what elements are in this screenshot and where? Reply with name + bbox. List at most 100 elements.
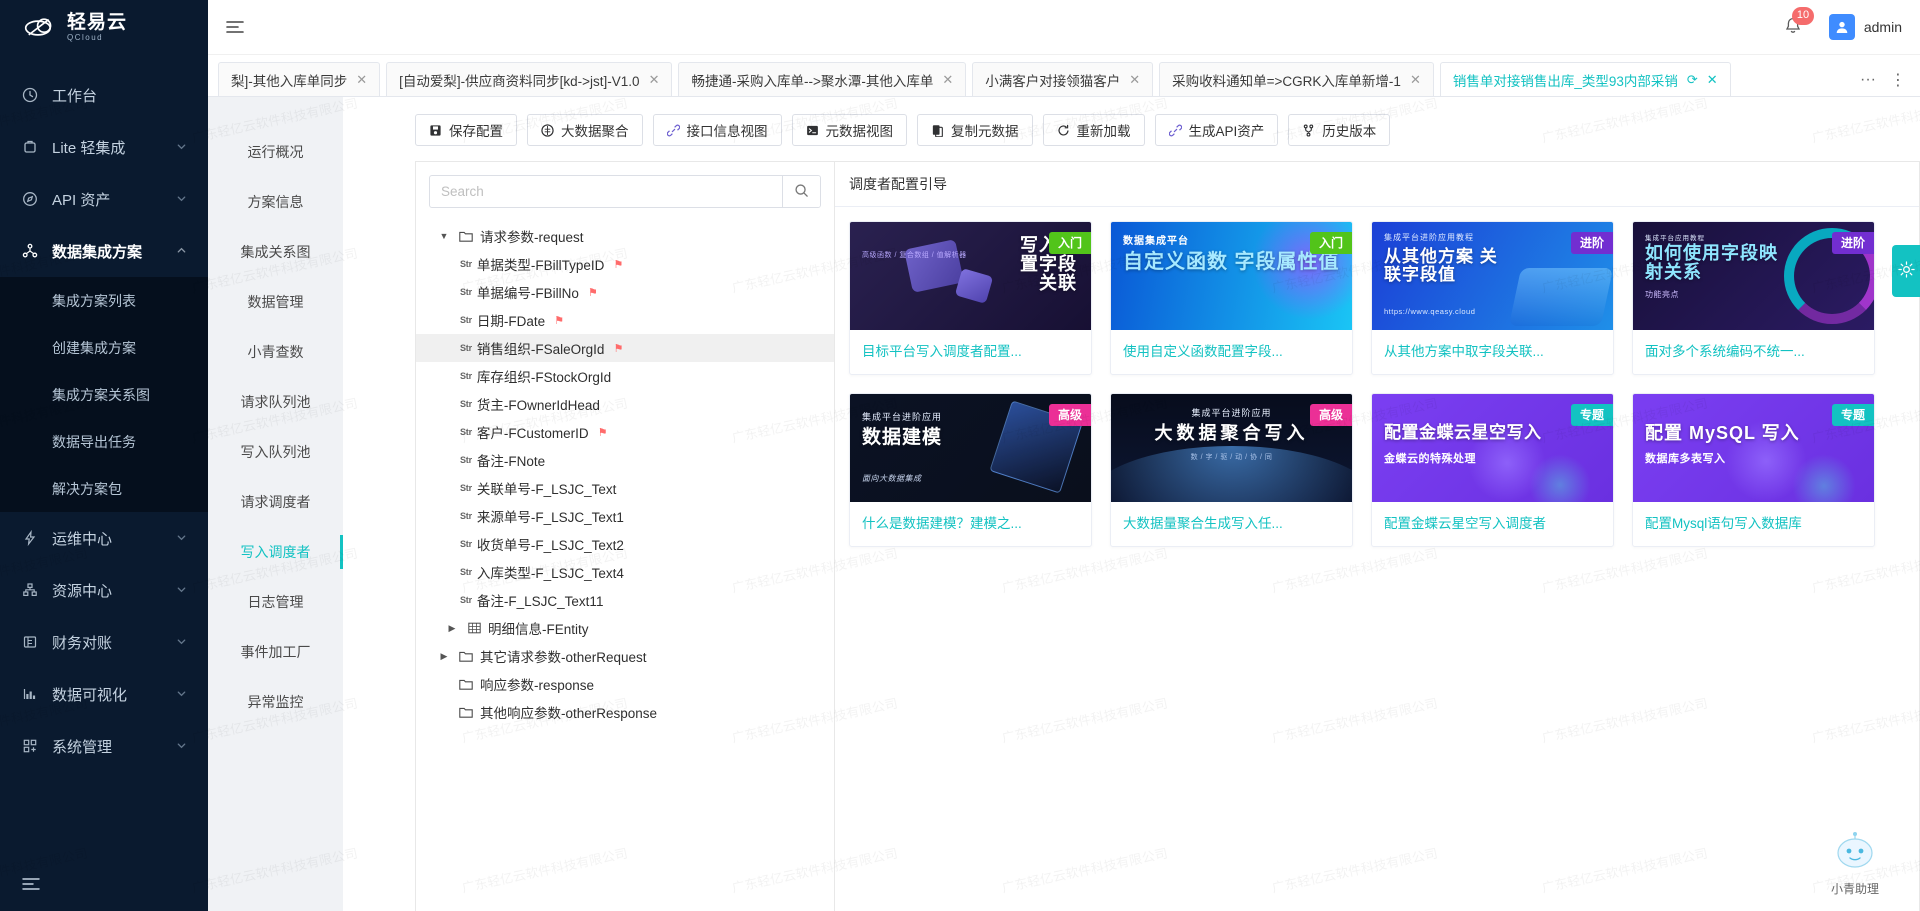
- tree-node-request[interactable]: ▼ 请求参数-request: [416, 222, 834, 250]
- search-icon: [794, 183, 809, 201]
- sidebar-item-visualization[interactable]: 数据可视化: [0, 668, 208, 720]
- tab-item-active[interactable]: 销售单对接销售出库_类型93内部采销 ⟳ ✕: [1439, 62, 1731, 96]
- submenu-item-request-queue[interactable]: 请求队列池: [208, 377, 343, 427]
- assistant-widget[interactable]: 小青助理: [1812, 831, 1898, 897]
- card-ribbon: 入门: [1048, 232, 1091, 254]
- chevron-right-icon[interactable]: ▶: [436, 651, 452, 662]
- brand-logo-area[interactable]: 轻易云 QCloud: [0, 0, 208, 55]
- tree-node-lsjc-text[interactable]: Str 关联单号-F_LSJC_Text: [416, 474, 834, 502]
- sidebar-item-system-management[interactable]: 系统管理: [0, 720, 208, 772]
- tree-node-otherresponse[interactable]: 其他响应参数-otherResponse: [416, 698, 834, 726]
- tree-node-fnote[interactable]: Str 备注-FNote: [416, 446, 834, 474]
- bigdata-aggregate-button[interactable]: 大数据聚合: [527, 114, 643, 146]
- guide-card[interactable]: 集成平台进阶应用 大数据聚合写入 数 / 字 / 驱 / 动 / 协 / 同 高…: [1110, 393, 1353, 547]
- hamburger-icon[interactable]: [222, 14, 248, 40]
- submenu-item-log-management[interactable]: 日志管理: [208, 577, 343, 627]
- reload-icon[interactable]: ⟳: [1687, 72, 1698, 88]
- ellipsis-vertical-icon[interactable]: ⋮: [1890, 70, 1906, 90]
- guide-card[interactable]: 集成平台应用教程 如何使用字段映射关系 功能亮点 进阶 面对多个系统编码不统一.…: [1632, 221, 1875, 375]
- guide-card[interactable]: 配置 MySQL 写入 数据库多表写入 专题 配置Mysql语句写入数据库: [1632, 393, 1875, 547]
- submenu-item-data-management[interactable]: 数据管理: [208, 277, 343, 327]
- interface-info-view-button[interactable]: 接口信息视图: [652, 114, 782, 146]
- guide-card[interactable]: 高级函数 / 复合数组 / 值解析器 写入配置字段关联 入门 目标平台写入调度者…: [849, 221, 1092, 375]
- chevron-right-icon[interactable]: ▶: [444, 623, 460, 634]
- guide-card[interactable]: 集成平台进阶应用 数据建模 面向大数据集成 高级 什么是数据建模？建模之...: [849, 393, 1092, 547]
- submenu-label: 运行概况: [247, 144, 304, 160]
- tree-node-label: 响应参数-response: [480, 678, 595, 693]
- tree-node-lsjc-text4[interactable]: Str 入库类型-F_LSJC_Text4: [416, 558, 834, 586]
- settings-fab[interactable]: [1892, 245, 1920, 297]
- ellipsis-horizontal-icon[interactable]: ···: [1860, 71, 1876, 89]
- close-icon[interactable]: ✕: [356, 72, 367, 88]
- tab-item[interactable]: 采购收料通知单=>CGRK入库单新增-1 ✕: [1159, 62, 1434, 96]
- tree-node-lsjc-text1[interactable]: Str 来源单号-F_LSJC_Text1: [416, 502, 834, 530]
- metadata-view-button[interactable]: 元数据视图: [791, 114, 907, 146]
- notification-bell[interactable]: 10: [1783, 6, 1815, 39]
- card-ribbon: 专题: [1570, 404, 1613, 426]
- submenu-item-relation-graph[interactable]: 集成关系图: [208, 227, 343, 277]
- submenu-item-write-scheduler[interactable]: 写入调度者: [208, 527, 343, 577]
- tree-node-fstockorgid[interactable]: Str 库存组织-FStockOrgId: [416, 362, 834, 390]
- sidebar-item-resource-center[interactable]: 资源中心: [0, 564, 208, 616]
- tree-node-fsaleorgid[interactable]: Str 销售组织-FSaleOrgId ⚑: [416, 334, 834, 362]
- sidebar-item-create-scheme[interactable]: 创建集成方案: [0, 324, 208, 371]
- tree-node-fbilltypeid[interactable]: Str 单据类型-FBillTypeID ⚑: [416, 250, 834, 278]
- user-menu[interactable]: admin: [1828, 14, 1902, 40]
- guide-card[interactable]: 配置金蝶云星空写入 金蝶云的特殊处理 专题 配置金蝶云星空写入调度者: [1371, 393, 1614, 547]
- sidebar-item-scheme-list[interactable]: 集成方案列表: [0, 277, 208, 324]
- submenu-item-write-queue[interactable]: 写入队列池: [208, 427, 343, 477]
- card-thumb-sub: 面向大数据集成: [862, 474, 922, 483]
- tree-node-lsjc-text2[interactable]: Str 收货单号-F_LSJC_Text2: [416, 530, 834, 558]
- tree-node-fcustomerid[interactable]: Str 客户-FCustomerID ⚑: [416, 418, 834, 446]
- close-icon[interactable]: ✕: [942, 72, 953, 88]
- tree-node-fbillno[interactable]: Str 单据编号-FBillNo ⚑: [416, 278, 834, 306]
- sidebar-item-finance[interactable]: 财务对账: [0, 616, 208, 668]
- history-version-button[interactable]: 历史版本: [1288, 114, 1391, 146]
- button-label: 重新加载: [1076, 124, 1131, 139]
- sidebar-item-export-task[interactable]: 数据导出任务: [0, 418, 208, 465]
- tab-item[interactable]: 畅捷通-采购入库单-->聚水潭-其他入库单 ✕: [678, 62, 967, 96]
- search-button[interactable]: [782, 176, 820, 207]
- collapse-sidebar-icon: [22, 876, 40, 895]
- submenu-item-event-factory[interactable]: 事件加工厂: [208, 627, 343, 677]
- tree-node-fentity[interactable]: ▶ 明细信息-FEntity: [416, 614, 834, 642]
- generate-api-asset-button[interactable]: 生成API资产: [1154, 114, 1279, 146]
- chevron-down-icon[interactable]: ▼: [436, 231, 452, 241]
- guide-card[interactable]: 集成平台进阶应用教程 从其他方案 关联字段值 https://www.qeasy…: [1371, 221, 1614, 375]
- sidebar-item-api-assets[interactable]: API 资产: [0, 173, 208, 225]
- sidebar-item-solution-pack[interactable]: 解决方案包: [0, 465, 208, 512]
- tree-node-otherrequest[interactable]: ▶ 其它请求参数-otherRequest: [416, 642, 834, 670]
- tree-node-fdate[interactable]: Str 日期-FDate ⚑: [416, 306, 834, 334]
- sidebar-item-data-integration[interactable]: 数据集成方案: [0, 225, 208, 277]
- sidebar-item-ops-center[interactable]: 运维中心: [0, 512, 208, 564]
- sidebar-collapse-button[interactable]: [0, 859, 208, 911]
- copy-metadata-button[interactable]: 复制元数据: [917, 114, 1033, 146]
- close-icon[interactable]: ✕: [1707, 72, 1718, 88]
- submenu-item-exception-monitor[interactable]: 异常监控: [208, 677, 343, 727]
- sidebar-item-workbench[interactable]: 工作台: [0, 69, 208, 121]
- string-type-tag: Str: [460, 511, 472, 521]
- tab-item[interactable]: 小满客户对接领猫客户 ✕: [972, 62, 1154, 96]
- reload-button[interactable]: 重新加载: [1042, 114, 1145, 146]
- tree-node-fowneridhead[interactable]: Str 货主-FOwnerIdHead: [416, 390, 834, 418]
- guide-card[interactable]: 数据集成平台 自定义函数 字段属性值 入门 使用自定义函数配置字段...: [1110, 221, 1353, 375]
- link-icon: [1168, 124, 1182, 137]
- sidebar-item-scheme-graph[interactable]: 集成方案关系图: [0, 371, 208, 418]
- submenu-item-scheme-info[interactable]: 方案信息: [208, 177, 343, 227]
- search-input[interactable]: [430, 176, 782, 207]
- submenu-item-request-scheduler[interactable]: 请求调度者: [208, 477, 343, 527]
- save-config-button[interactable]: 保存配置: [415, 114, 517, 146]
- close-icon[interactable]: ✕: [1410, 72, 1421, 88]
- tree-node-response[interactable]: 响应参数-response: [416, 670, 834, 698]
- sidebar-item-lite[interactable]: Lite 轻集成: [0, 121, 208, 173]
- submenu-item-overview[interactable]: 运行概况: [208, 127, 343, 177]
- tree-node-lsjc-text11[interactable]: Str 备注-F_LSJC_Text11: [416, 586, 834, 614]
- tab-item[interactable]: [自动爱梨]-供应商资料同步[kd->jst]-V1.0 ✕: [386, 62, 673, 96]
- submenu-item-xiaoqing-query[interactable]: 小青查数: [208, 327, 343, 377]
- brand-subtitle: QCloud: [67, 33, 104, 42]
- assistant-robot-icon: [1827, 832, 1883, 878]
- scheduler-panel: 保存配置 大数据聚合 接口信息视图 元数据视图 复制元数据 重新加载 生成API…: [343, 97, 1920, 911]
- tab-item[interactable]: 梨]-其他入库单同步 ✕: [218, 62, 381, 96]
- close-icon[interactable]: ✕: [649, 72, 660, 88]
- close-icon[interactable]: ✕: [1129, 72, 1140, 88]
